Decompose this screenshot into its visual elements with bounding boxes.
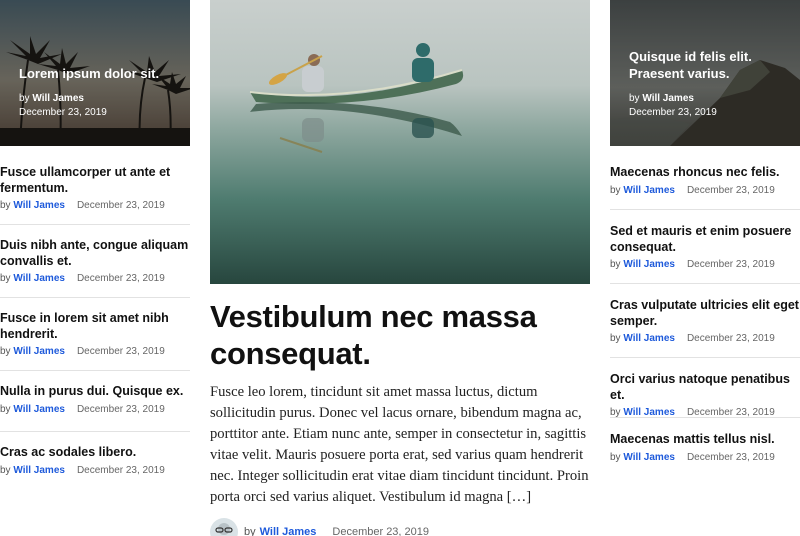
post-meta: by Will James December 23, 2019 [629, 93, 717, 118]
article-meta: by Will James December 23, 2019 [210, 518, 590, 536]
post-meta: by Will James December 23, 2019 [610, 259, 775, 270]
post-date: December 23, 2019 [76, 273, 165, 284]
list-item: Fusce ullamcorper ut ante et fermentum. … [0, 146, 190, 225]
author-link[interactable]: Will James [13, 346, 65, 357]
post-meta: by Will James December 23, 2019 [0, 464, 165, 476]
article-title[interactable]: Vestibulum nec massa consequat. [210, 298, 590, 372]
author-link[interactable]: Will James [642, 93, 694, 104]
post-title[interactable]: Maecenas rhoncus nec felis. [610, 165, 800, 181]
post-meta: by Will James December 23, 2019 [0, 346, 165, 357]
post-meta: by Will James December 23, 2019 [19, 93, 107, 118]
post-date: December 23, 2019 [76, 464, 165, 476]
author-link[interactable]: Will James [623, 407, 675, 418]
post-title[interactable]: Fusce in lorem sit amet nibh hendrerit. [0, 311, 190, 342]
post-title[interactable]: Cras vulputate ultricies elit eget sempe… [610, 298, 800, 329]
post-title[interactable]: Quisque id felis elit. Praesent varius. [629, 48, 790, 82]
post-date: December 23, 2019 [629, 107, 717, 118]
author-link[interactable]: Will James [623, 259, 675, 270]
post-meta: by Will James December 23, 2019 [610, 333, 775, 344]
post-meta: by Will James December 23, 2019 [0, 273, 165, 284]
list-item: Cras ac sodales libero. by Will James Dec… [0, 432, 190, 492]
author-link[interactable]: Will James [13, 273, 65, 284]
author-link[interactable]: Will James [623, 333, 675, 344]
right-column: Quisque id felis elit. Praesent varius. … [610, 0, 800, 478]
post-title[interactable]: Cras ac sodales libero. [0, 445, 190, 461]
post-date: December 23, 2019 [76, 403, 165, 415]
featured-post-card-left[interactable]: Lorem ipsum dolor sit. by Will James Dec… [0, 0, 190, 146]
post-date: December 23, 2019 [332, 526, 430, 536]
canoe-lake-image [210, 0, 590, 284]
post-date: December 23, 2019 [686, 451, 775, 463]
post-date: December 23, 2019 [686, 407, 775, 418]
main-column: Vestibulum nec massa consequat. Fusce le… [210, 0, 590, 536]
left-column: Lorem ipsum dolor sit. by Will James Dec… [0, 0, 190, 492]
featured-post-card-right[interactable]: Quisque id felis elit. Praesent varius. … [610, 0, 800, 146]
author-link[interactable]: Will James [260, 526, 317, 536]
featured-image[interactable] [210, 0, 590, 284]
post-date: December 23, 2019 [76, 200, 165, 211]
list-item: Fusce in lorem sit amet nibh hendrerit. … [0, 298, 190, 371]
post-title[interactable]: Orci varius natoque penatibus et. [610, 372, 800, 403]
post-date: December 23, 2019 [76, 346, 165, 357]
post-title[interactable]: Nulla in purus dui. Quisque ex. [0, 384, 190, 400]
article-excerpt: Fusce leo lorem, tincidunt sit amet mass… [210, 384, 589, 505]
post-meta: by Will James December 23, 2019 [610, 184, 775, 196]
post-date: December 23, 2019 [686, 184, 775, 196]
list-item: Nulla in purus dui. Quisque ex. by Will … [0, 371, 190, 432]
post-date: December 23, 2019 [19, 107, 107, 118]
list-item: Orci varius natoque penatibus et. by Wil… [610, 358, 800, 418]
post-title[interactable]: Fusce ullamcorper ut ante et fermentum. [0, 165, 190, 196]
post-title[interactable]: Duis nibh ante, congue aliquam convallis… [0, 238, 190, 269]
post-title[interactable]: Maecenas mattis tellus nisl. [610, 432, 800, 448]
list-item: Maecenas mattis tellus nisl. by Will Jam… [610, 418, 800, 478]
post-meta: by Will James December 23, 2019 [0, 403, 165, 415]
post-meta: by Will James December 23, 2019 [610, 451, 775, 463]
author-link[interactable]: Will James [623, 452, 675, 463]
avatar[interactable] [210, 518, 238, 536]
post-date: December 23, 2019 [686, 333, 775, 344]
post-title[interactable]: Sed et mauris et enim posuere consequat. [610, 224, 800, 255]
list-item: Maecenas rhoncus nec felis. by Will Jame… [610, 146, 800, 210]
author-link[interactable]: Will James [32, 93, 84, 104]
author-link[interactable]: Will James [623, 185, 675, 196]
post-meta: by Will James December 23, 2019 [0, 200, 165, 211]
post-date: December 23, 2019 [686, 259, 775, 270]
list-item: Duis nibh ante, congue aliquam convallis… [0, 225, 190, 298]
author-link[interactable]: Will James [13, 465, 65, 476]
author-link[interactable]: Will James [13, 200, 65, 211]
author-link[interactable]: Will James [13, 404, 65, 415]
author-avatar-icon [210, 518, 238, 536]
post-title[interactable]: Lorem ipsum dolor sit. [19, 65, 180, 82]
list-item: Sed et mauris et enim posuere consequat.… [610, 210, 800, 284]
list-item: Cras vulputate ultricies elit eget sempe… [610, 284, 800, 358]
